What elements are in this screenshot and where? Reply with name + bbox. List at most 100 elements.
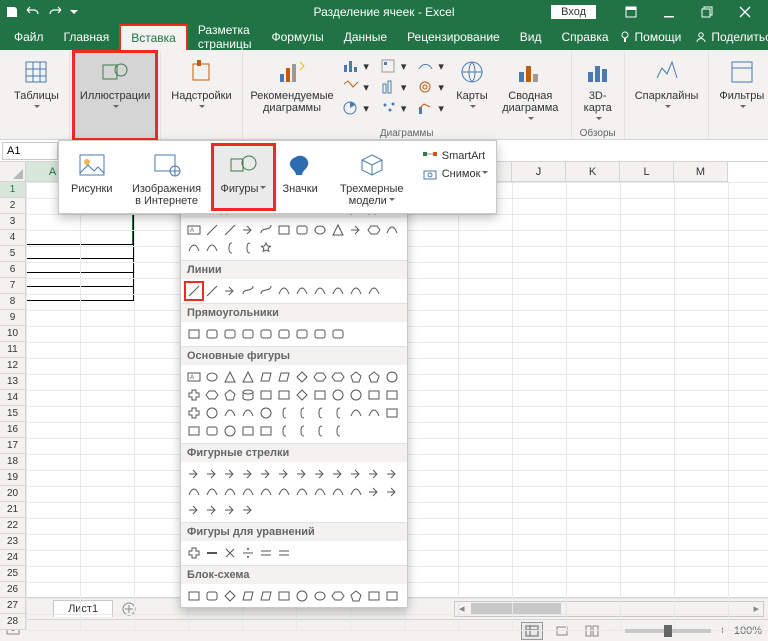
shape-eq-grid-2[interactable] <box>221 544 239 562</box>
shape-arrows-grid-11[interactable] <box>383 465 401 483</box>
chart-scatter-icon[interactable]: ▾ <box>377 98 411 118</box>
shape-rects-grid-4[interactable] <box>257 325 275 343</box>
shape-flow-grid-21[interactable] <box>347 605 365 608</box>
shape-flow-grid-7[interactable] <box>311 587 329 605</box>
tab-file[interactable]: Файл <box>4 24 54 50</box>
shape-basic-grid-16[interactable] <box>257 386 275 404</box>
tab-review[interactable]: Рецензирование <box>397 24 510 50</box>
shape-arrows-grid-7[interactable] <box>311 465 329 483</box>
shape-flow-grid-16[interactable] <box>257 605 275 608</box>
row-header[interactable]: 14 <box>0 390 26 406</box>
shape-flow-grid-22[interactable] <box>365 605 383 608</box>
undo-icon[interactable] <box>26 6 40 18</box>
row-header[interactable]: 7 <box>0 278 26 294</box>
shape-arrows-grid-18[interactable] <box>293 483 311 501</box>
row-header[interactable]: 13 <box>0 374 26 390</box>
row-header[interactable]: 24 <box>0 550 26 566</box>
shape-eq-grid-0[interactable] <box>185 544 203 562</box>
shape-basic-grid-32[interactable] <box>329 404 347 422</box>
row-header[interactable]: 6 <box>0 262 26 278</box>
shape-flow-grid-23[interactable] <box>383 605 401 608</box>
shape-basic-grid-12[interactable] <box>185 386 203 404</box>
column-header[interactable]: J <box>512 162 566 182</box>
row-header[interactable]: 1 <box>0 182 26 198</box>
row-header[interactable]: 5 <box>0 246 26 262</box>
shape-basic-grid-34[interactable] <box>365 404 383 422</box>
shape-recent-grid-3[interactable] <box>239 221 257 239</box>
shape-recent-grid-4[interactable] <box>257 221 275 239</box>
row-header[interactable]: 11 <box>0 342 26 358</box>
shape-eq-grid-4[interactable] <box>257 544 275 562</box>
shape-arrows-grid-0[interactable] <box>185 465 203 483</box>
tell-me[interactable]: Помощи <box>619 30 682 44</box>
shape-flow-grid-9[interactable] <box>347 587 365 605</box>
shape-basic-grid-3[interactable] <box>239 368 257 386</box>
maps-button[interactable]: Карты <box>450 52 494 126</box>
shape-basic-grid-7[interactable] <box>311 368 329 386</box>
tab-help[interactable]: Справка <box>551 24 618 50</box>
shape-basic-grid-39[interactable] <box>239 422 257 440</box>
shape-lines-grid-4[interactable] <box>257 282 275 300</box>
shape-basic-grid-36[interactable] <box>185 422 203 440</box>
shape-arrows-grid-15[interactable] <box>239 483 257 501</box>
tab-view[interactable]: Вид <box>510 24 552 50</box>
shape-basic-grid-29[interactable] <box>275 404 293 422</box>
shape-basic-grid-44[interactable] <box>329 422 347 440</box>
signin-button[interactable]: Вход <box>551 5 596 19</box>
shape-rects-grid-3[interactable] <box>239 325 257 343</box>
chart-surface-icon[interactable]: ▾ <box>414 77 448 97</box>
row-header[interactable]: 8 <box>0 294 26 310</box>
shape-basic-grid-13[interactable] <box>203 386 221 404</box>
row-header[interactable]: 18 <box>0 454 26 470</box>
shape-basic-grid-28[interactable] <box>257 404 275 422</box>
row-header[interactable]: 10 <box>0 326 26 342</box>
row-header[interactable]: 20 <box>0 486 26 502</box>
pictures-button[interactable]: Рисунки <box>63 145 121 209</box>
share-button[interactable]: Поделиться <box>695 30 768 44</box>
row-header[interactable]: 16 <box>0 422 26 438</box>
shape-basic-grid-38[interactable] <box>221 422 239 440</box>
row-header[interactable]: 26 <box>0 582 26 598</box>
row-header[interactable]: 21 <box>0 502 26 518</box>
online-pictures-button[interactable]: Изображения в Интернете <box>121 145 213 209</box>
shape-basic-grid-24[interactable] <box>185 404 203 422</box>
shape-basic-grid-31[interactable] <box>311 404 329 422</box>
chart-line-icon[interactable]: ▾ <box>377 56 411 76</box>
redo-icon[interactable] <box>48 6 62 18</box>
shape-basic-grid-2[interactable] <box>221 368 239 386</box>
3dmap-button[interactable]: 3D-карта <box>576 52 620 126</box>
row-header[interactable]: 27 <box>0 598 26 614</box>
shape-recent-grid-0[interactable]: A <box>185 221 203 239</box>
shape-basic-grid-11[interactable] <box>383 368 401 386</box>
shape-arrows-grid-27[interactable] <box>239 501 257 519</box>
row-header[interactable]: 17 <box>0 438 26 454</box>
shape-recent-grid-6[interactable] <box>293 221 311 239</box>
tab-insert[interactable]: Вставка <box>119 24 188 50</box>
shape-recent-grid-13[interactable] <box>203 239 221 257</box>
tab-data[interactable]: Данные <box>334 24 397 50</box>
chart-column-icon[interactable]: ▾ <box>339 56 373 76</box>
shape-recent-grid-7[interactable] <box>311 221 329 239</box>
shape-arrows-grid-6[interactable] <box>293 465 311 483</box>
shape-arrows-grid-4[interactable] <box>257 465 275 483</box>
shape-eq-grid-1[interactable] <box>203 544 221 562</box>
pivotchart-button[interactable]: Сводная диаграмма <box>494 52 567 126</box>
shape-flow-grid-4[interactable] <box>257 587 275 605</box>
shape-arrows-grid-14[interactable] <box>221 483 239 501</box>
chart-map-icon[interactable]: ▾ <box>414 56 448 76</box>
shape-arrows-grid-20[interactable] <box>329 483 347 501</box>
shape-flow-grid-5[interactable] <box>275 587 293 605</box>
chart-pie-icon[interactable]: ▾ <box>339 98 373 118</box>
select-all[interactable] <box>0 162 26 182</box>
row-header[interactable]: 25 <box>0 566 26 582</box>
addins-button[interactable]: Надстройки <box>165 52 237 139</box>
shape-arrows-grid-10[interactable] <box>365 465 383 483</box>
shape-flow-grid-18[interactable] <box>293 605 311 608</box>
row-header[interactable]: 28 <box>0 614 26 630</box>
row-header[interactable]: 23 <box>0 534 26 550</box>
shape-rects-grid-5[interactable] <box>275 325 293 343</box>
minimize-icon[interactable] <box>652 0 686 24</box>
recommended-charts-button[interactable]: Рекомендуемые диаграммы <box>247 52 338 126</box>
3dmodels-button[interactable]: Трехмерные модели <box>326 145 418 209</box>
chart-hierarchy-icon[interactable]: ▾ <box>339 77 373 97</box>
